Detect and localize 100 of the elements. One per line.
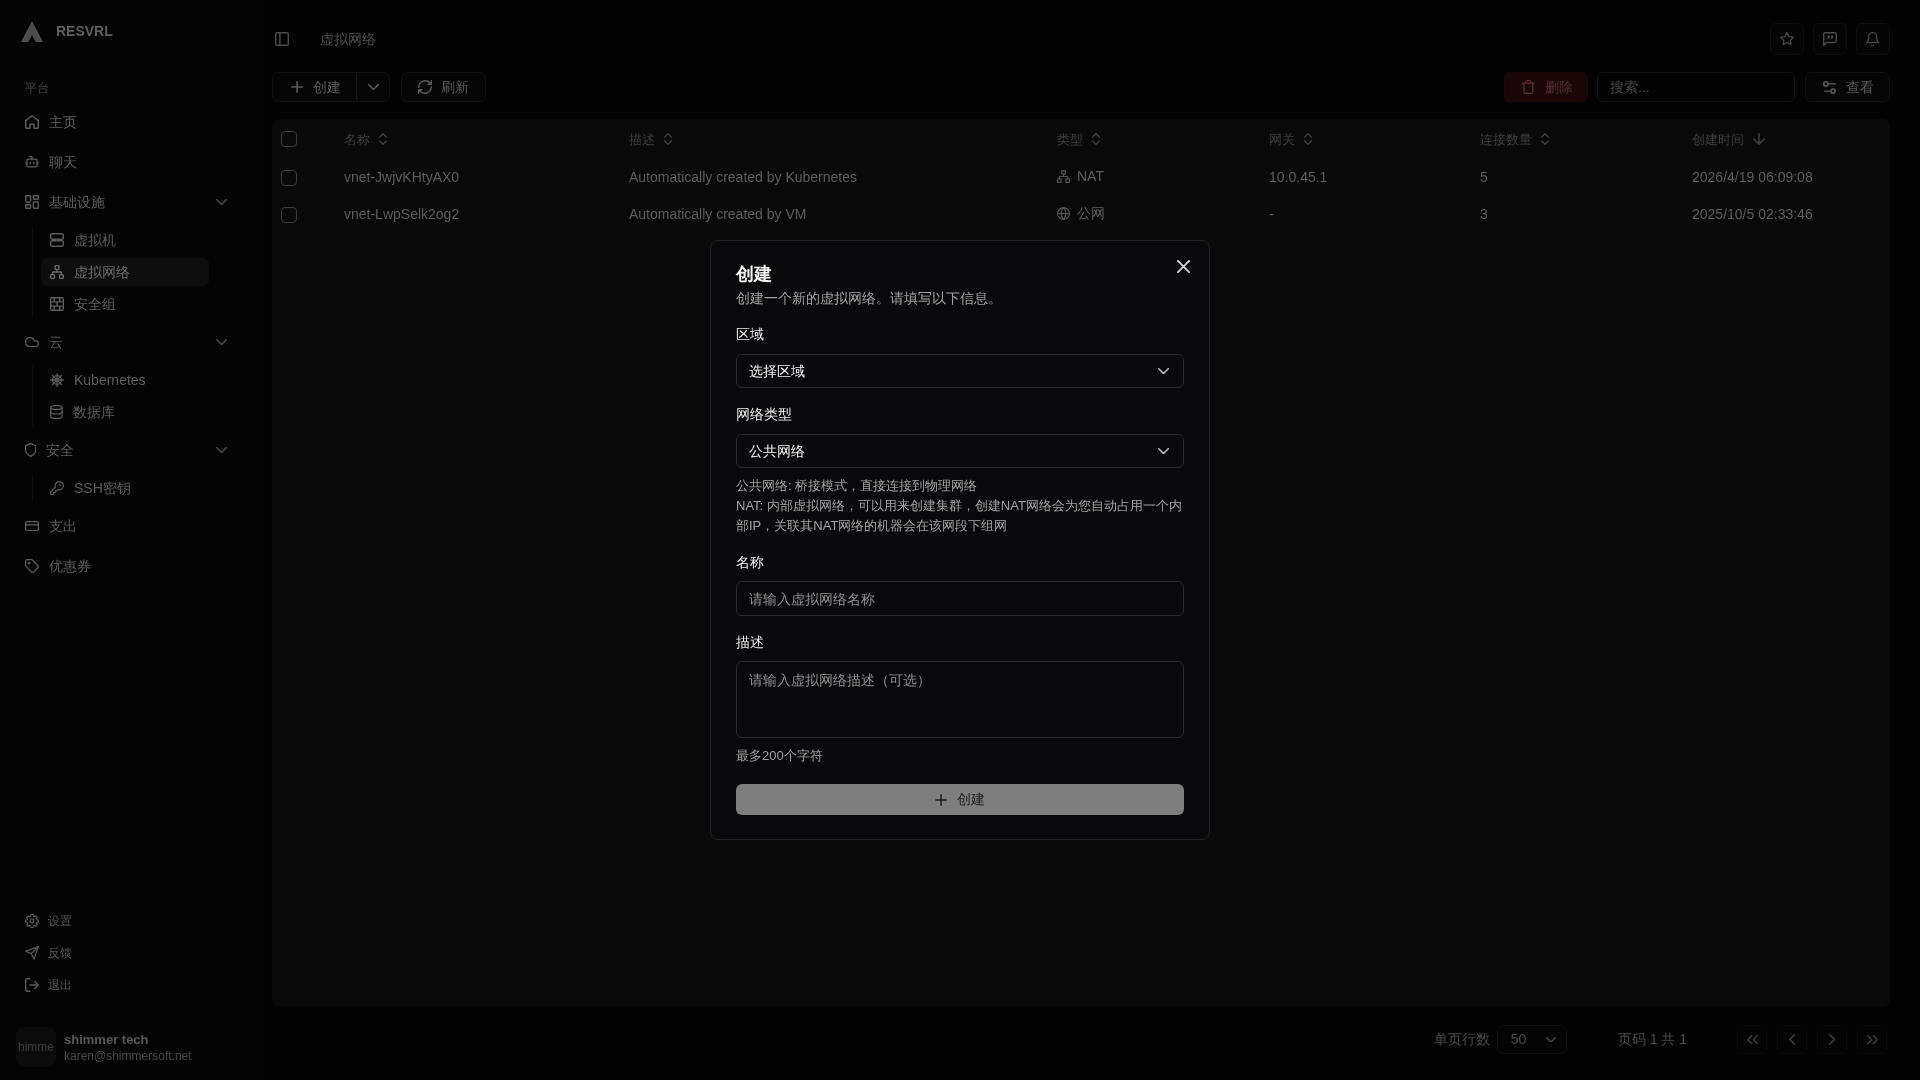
card-icon [25,520,39,532]
double-chevron-right-icon [1866,1034,1878,1045]
paper-plane-icon [25,946,39,960]
select-field[interactable]: 公共网络 [736,434,1184,468]
table-cell-text: 公网 [1077,204,1105,223]
sidebar-item[interactable]: SSH密钥 [41,474,209,502]
section-label: 平台 [24,80,50,96]
page-info: 页码 1 共 1 [1617,1030,1687,1049]
chevron-down-icon [216,446,227,454]
field-label: 名称 [736,553,765,572]
user-email: karen@shimmersoft.net [64,1047,192,1064]
wheel-icon [50,373,64,387]
sidebar-item[interactable]: 反馈 [16,939,235,967]
chevron-down-icon [1158,447,1169,455]
table-cell: 5 [1480,159,1692,196]
settings-icon [25,914,39,928]
server-icon [50,233,64,247]
grid-icon [25,195,39,209]
sidebar-item[interactable]: 虚拟机 [41,226,209,254]
chevron-left-icon [1788,1034,1796,1045]
cloud-icon [25,336,39,348]
sidebar-toggle-icon[interactable] [275,32,289,46]
star-button[interactable] [1770,23,1804,55]
trash-icon [1522,80,1535,94]
sidebar-item[interactable]: 设置 [16,907,235,935]
select-field[interactable]: 选择区域 [736,354,1184,388]
dropdown-button[interactable] [356,72,390,102]
sidebar-item[interactable]: 退出 [16,971,235,999]
table-cell: vnet-LwpSelk2og2 [344,196,629,233]
help-text: 最多200个字符 [736,747,824,765]
star-icon [1780,32,1794,46]
sidebar-item[interactable]: 聊天 [16,146,235,178]
select-all-checkbox[interactable] [281,131,297,147]
plus-icon [935,793,947,806]
sidebar-item[interactable]: 优惠券 [16,550,235,582]
chevron-down-icon [1158,367,1169,375]
shield-icon [25,443,37,457]
breadcrumb: 虚拟网络 [320,29,376,49]
field-label: 描述 [736,633,765,652]
sidebar-item[interactable]: 主页 [16,106,235,138]
search-field[interactable]: 搜索... [1597,72,1795,102]
table-cell-text: 2025/10/5 02:33:46 [1692,205,1814,224]
tag-icon [25,559,39,573]
create-button[interactable]: 创建 [272,72,357,102]
robot-icon [25,156,39,168]
textarea-field[interactable]: 请输入虚拟网络描述（可选） [736,661,1184,738]
sidebar-item[interactable]: 数据库 [41,398,209,426]
message-button[interactable] [1813,23,1847,55]
brand-name: RESVRL [56,21,113,41]
user-name: shimmer tech [64,1030,150,1048]
row-checkbox[interactable] [281,169,297,186]
refresh-icon [418,80,432,94]
chevron-right-icon [1828,1034,1836,1045]
sidebar-item[interactable]: 安全组 [41,290,209,318]
text-input[interactable]: 请输入虚拟网络名称 [736,581,1184,616]
notifications-button[interactable] [1856,23,1890,55]
message-icon [1823,32,1837,46]
field-label: 网络类型 [736,405,793,424]
table-cell: - [1269,196,1480,233]
double-chevron-left-icon [1746,1034,1758,1045]
chevron-down-icon [216,338,227,346]
plus-icon [291,81,303,93]
table-cell: Automatically created by Kubernetes [629,159,1057,196]
bell-icon [1866,32,1880,46]
table-cell-text: 2026/4/19 06:09:08 [1692,168,1814,187]
sidebar-item[interactable]: Kubernetes [41,366,209,394]
table-cell: vnet-JwjvKHtyAX0 [344,159,629,196]
chevron-down-icon [216,198,227,206]
key-icon [50,481,64,495]
rows-per-page-select[interactable]: 50 [1496,1025,1567,1054]
help-text: NAT: 内部虚拟网络，可以用来创建集群，创建NAT网络会为您自动占用一个内部IP，关联其NAT网络的机器会在该网段下组网 [736,497,1183,535]
network-icon [1057,170,1070,183]
table-cell: 3 [1480,196,1692,233]
sidebar-item[interactable]: 虚拟网络 [41,258,209,286]
delete-button[interactable]: 删除 [1504,72,1588,102]
refresh-button[interactable]: 刷新 [401,72,486,102]
help-text: 公共网络: 桥接模式，直接连接到物理网络 [736,477,979,495]
dialog-description: 创建一个新的虚拟网络。请填写以下信息。 [736,289,1003,308]
dialog-title: 创建 [736,263,773,286]
row-checkbox[interactable] [281,206,297,223]
previous-page-button[interactable] [1777,1025,1807,1054]
sidebar-item[interactable]: 安全 [16,434,235,466]
database-icon [50,405,63,419]
globe-icon [1057,207,1070,220]
chevron-down-icon [1545,1036,1556,1043]
view-button[interactable]: 查看 [1805,72,1890,102]
first-page-button[interactable] [1737,1025,1767,1054]
brick-wall-icon [50,297,64,311]
last-page-button[interactable] [1857,1025,1887,1054]
sidebar-item[interactable]: 支出 [16,510,235,542]
table-cell: Automatically created by VM [629,196,1057,233]
sidebar-item[interactable]: 云 [16,326,235,358]
field-label: 区域 [736,325,765,344]
close-icon[interactable] [1177,260,1190,273]
logout-icon [25,978,39,992]
sidebar-item[interactable]: 基础设施 [16,186,235,218]
table-cell-text: NAT [1077,167,1104,186]
table-cell: 10.0.45.1 [1269,159,1480,196]
next-page-button[interactable] [1817,1025,1847,1054]
network-icon [50,265,64,279]
